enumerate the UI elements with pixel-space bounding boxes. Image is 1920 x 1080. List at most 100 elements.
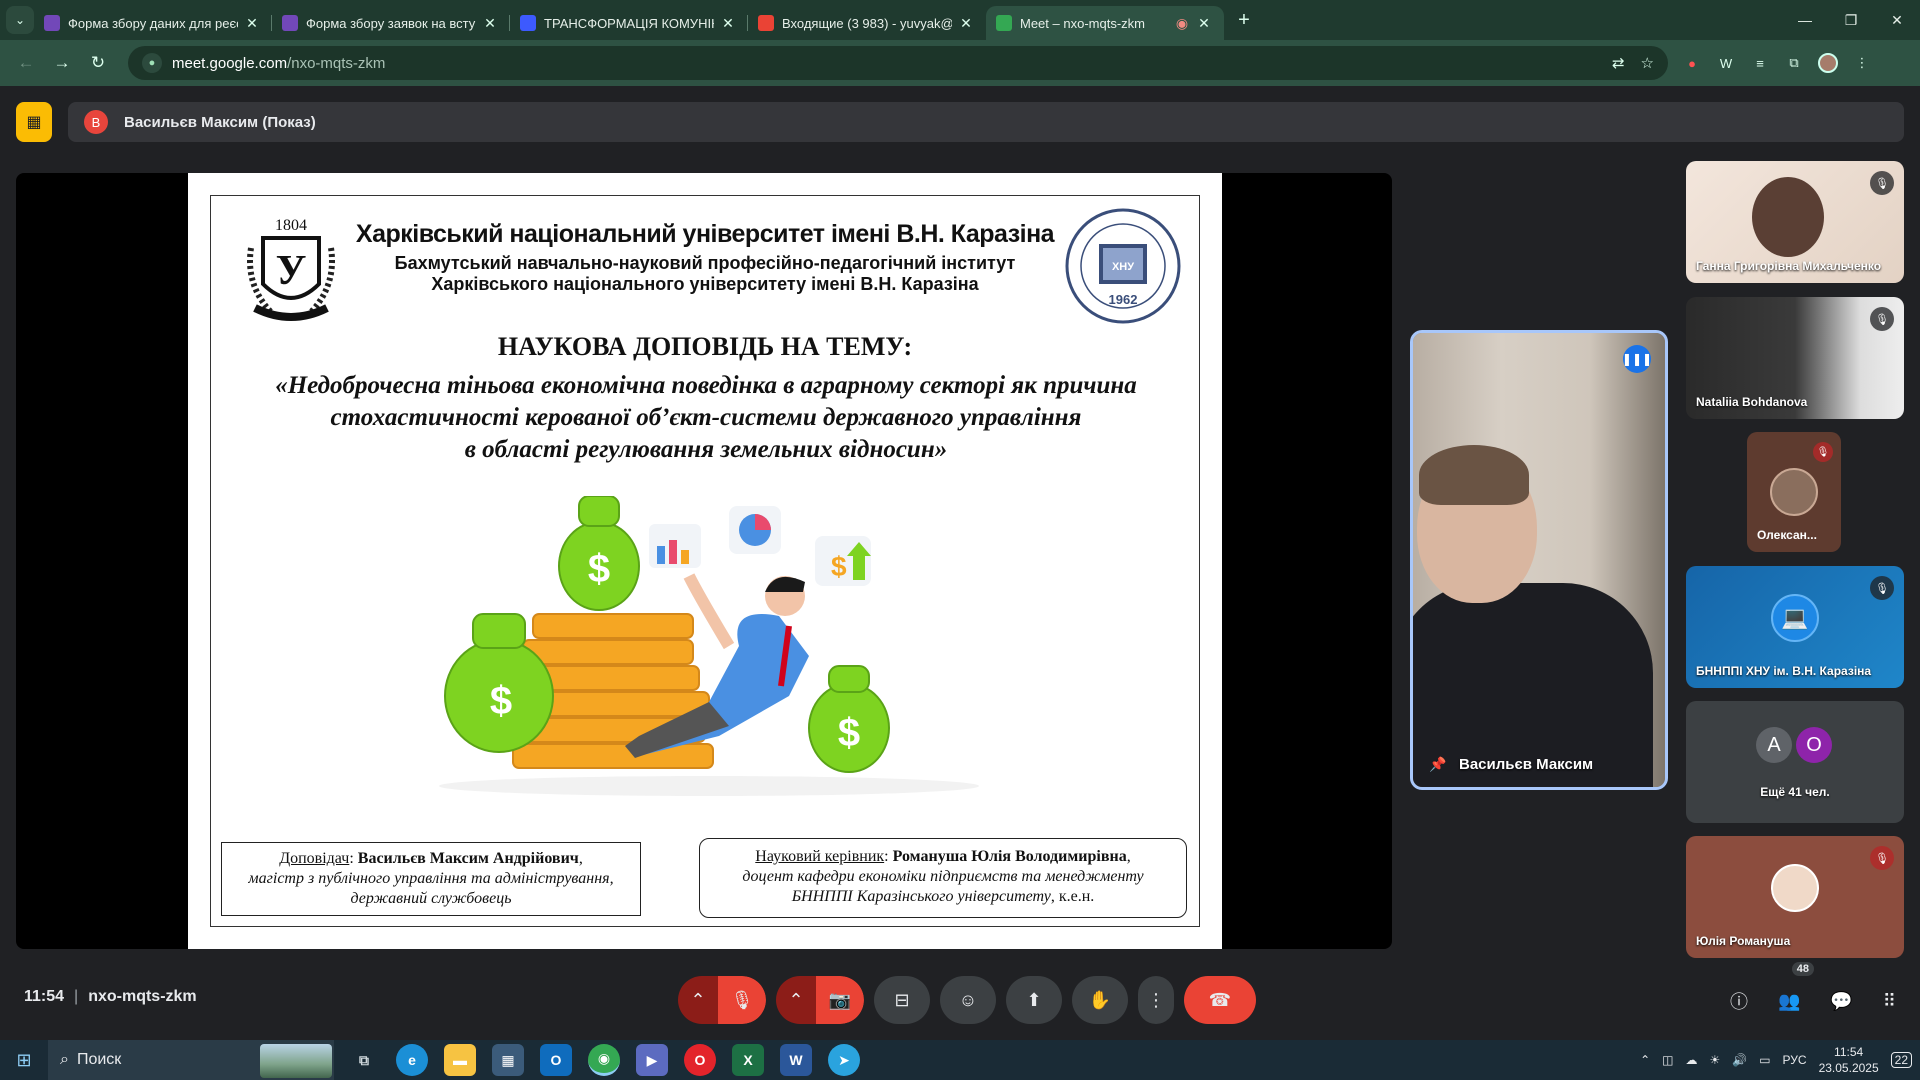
- taskbar-search[interactable]: ⌕ Поиск: [48, 1040, 334, 1080]
- file-explorer-icon[interactable]: ▬: [444, 1044, 476, 1076]
- close-icon[interactable]: ✕: [244, 15, 260, 32]
- arrow-right-icon: →: [53, 53, 71, 72]
- presenter-avatar: В: [84, 110, 108, 134]
- notification-badge[interactable]: 22: [1890, 1052, 1912, 1068]
- institute-round-logo: ХНУ 1962: [1065, 208, 1181, 324]
- extension-w-icon[interactable]: W: [1716, 53, 1736, 73]
- taskbar-date: 23.05.2025: [1818, 1061, 1879, 1075]
- participant-name: Ганна Григорівна Михальченко: [1696, 259, 1882, 273]
- forms-icon: [282, 15, 298, 31]
- minimize-icon[interactable]: —: [1782, 12, 1828, 29]
- close-icon[interactable]: ✕: [1196, 15, 1212, 32]
- windows-start-icon[interactable]: ⊞: [0, 1050, 48, 1071]
- slide-frame: У 1804 Харківський національний універси…: [210, 195, 1200, 927]
- pin-icon[interactable]: 📌: [1429, 756, 1446, 773]
- reload-button[interactable]: ↻: [82, 47, 114, 79]
- camera-toggle-button[interactable]: 📷: [816, 976, 864, 1024]
- speaker-desc-1: магістр з публічного управління та адмін…: [248, 870, 614, 887]
- tray-app-icon[interactable]: ◫: [1662, 1053, 1673, 1067]
- shield-icon: [520, 15, 536, 31]
- more-options-button[interactable]: ⋮: [1138, 976, 1174, 1024]
- tab-search-button[interactable]: ⌄: [6, 6, 34, 34]
- gmail-icon: [758, 15, 774, 31]
- taskbar-time: 11:54: [1834, 1045, 1864, 1059]
- mic-toggle-button[interactable]: 🎙: [718, 976, 766, 1024]
- task-view-icon[interactable]: ⧉: [348, 1044, 380, 1076]
- browser-tab[interactable]: Форма збору заявок на вступ ✕: [272, 6, 510, 40]
- browser-tab[interactable]: ТРАНСФОРМАЦІЯ КОМУНІКАЦ ✕: [510, 6, 748, 40]
- camera-control-group: ⌃ 📷: [776, 976, 864, 1024]
- activities-icon[interactable]: ⠿: [1883, 991, 1896, 1012]
- browser-tab[interactable]: Входящие (3 983) - yuvyak@gm ✕: [748, 6, 986, 40]
- more-participants-tile[interactable]: А О Ещё 41 чел.: [1686, 701, 1904, 823]
- forward-button[interactable]: →: [46, 47, 78, 79]
- participant-tile[interactable]: 🎙 Олексан...: [1747, 432, 1841, 552]
- store-icon[interactable]: ▦: [492, 1044, 524, 1076]
- mic-off-icon: 🎙: [1870, 171, 1894, 195]
- camera-options-button[interactable]: ⌃: [776, 976, 816, 1024]
- university-name: Харківський національний університет іме…: [355, 220, 1055, 248]
- address-bar[interactable]: ● meet.google.com/nxo-mqts-zkm ⇄ ☆: [128, 46, 1668, 80]
- video-app-icon[interactable]: ▶: [636, 1044, 668, 1076]
- browser-tab-active[interactable]: Meet – nxo-mqts-zkm ◉ ✕: [986, 6, 1224, 40]
- menu-dots-icon[interactable]: ⋮: [1852, 53, 1872, 73]
- presentation-icon[interactable]: ▦: [16, 102, 52, 142]
- restore-icon[interactable]: ❐: [1828, 12, 1874, 29]
- outlook-icon[interactable]: O: [540, 1044, 572, 1076]
- active-speaker-tile[interactable]: ❚❚❚ 📌 Васильєв Максим: [1410, 330, 1668, 790]
- mic-options-button[interactable]: ⌃: [678, 976, 718, 1024]
- telegram-icon[interactable]: ➤: [828, 1044, 860, 1076]
- extension-red-icon[interactable]: ●: [1682, 53, 1702, 73]
- weather-icon[interactable]: ☀: [1709, 1053, 1720, 1067]
- recording-icon: ◉: [1175, 14, 1189, 31]
- edge-icon[interactable]: e: [396, 1044, 428, 1076]
- participant-tile[interactable]: 🎙 Ганна Григорівна Михальченко: [1686, 161, 1904, 283]
- svg-text:$: $: [838, 711, 860, 755]
- taskbar-clock[interactable]: 11:54 23.05.2025: [1819, 1044, 1879, 1076]
- extension-stack-icon[interactable]: ≡: [1750, 53, 1770, 73]
- participant-tile[interactable]: 🎙 Nataliia Bohdanova: [1686, 297, 1904, 419]
- excel-icon[interactable]: X: [732, 1044, 764, 1076]
- profile-avatar[interactable]: [1818, 53, 1838, 73]
- close-icon[interactable]: ✕: [958, 15, 974, 32]
- speaker-icon[interactable]: 🔊: [1732, 1053, 1747, 1067]
- taskbar-search-label: Поиск: [76, 1051, 122, 1068]
- speaker-name: Васильєв Максим Андрійович: [357, 850, 579, 867]
- close-window-icon[interactable]: ✕: [1874, 12, 1920, 29]
- meeting-time: 11:54: [24, 988, 65, 1005]
- info-icon[interactable]: ⓘ: [1730, 988, 1748, 1014]
- participant-tile[interactable]: 🎙 Юлія Романуша: [1686, 836, 1904, 958]
- network-icon[interactable]: ▭: [1759, 1053, 1770, 1067]
- svg-text:$: $: [490, 679, 512, 723]
- opera-icon[interactable]: O: [684, 1044, 716, 1076]
- emoji-button[interactable]: ☺: [940, 976, 996, 1024]
- present-button[interactable]: ⬆: [1006, 976, 1062, 1024]
- word-icon[interactable]: W: [780, 1044, 812, 1076]
- browser-tab[interactable]: Форма збору даних для реєстр ✕: [34, 6, 272, 40]
- participant-tile[interactable]: 🎙 💻 БННППІ ХНУ ім. В.Н. Каразіна: [1686, 566, 1904, 688]
- raise-hand-button[interactable]: ✋: [1072, 976, 1128, 1024]
- star-icon[interactable]: ☆: [1641, 54, 1654, 72]
- arrow-left-icon: ←: [17, 53, 35, 72]
- menu-dots-icon: ⋮: [1147, 989, 1165, 1010]
- back-button[interactable]: ←: [10, 47, 42, 79]
- translate-icon[interactable]: ⇄: [1612, 54, 1625, 72]
- logo-text-right: ХНУ: [1112, 261, 1134, 273]
- language-indicator[interactable]: РУС: [1783, 1053, 1807, 1067]
- chat-icon[interactable]: 💬: [1830, 991, 1852, 1012]
- site-info-icon[interactable]: ●: [142, 53, 162, 73]
- captions-button[interactable]: ⊟: [874, 976, 930, 1024]
- close-icon[interactable]: ✕: [720, 15, 736, 32]
- chrome-icon[interactable]: ◉: [588, 1044, 620, 1076]
- advisor-label: Науковий керівник: [755, 848, 885, 865]
- leave-call-button[interactable]: ☎: [1184, 976, 1256, 1024]
- people-icon[interactable]: 👥: [1778, 991, 1800, 1012]
- onedrive-icon[interactable]: ☁: [1685, 1053, 1697, 1067]
- puzzle-icon[interactable]: ⧉: [1784, 53, 1804, 73]
- side-panel-controls: ⓘ 👥 💬 ⠿: [1730, 988, 1896, 1014]
- chevron-up-icon[interactable]: ⌃: [1640, 1053, 1650, 1067]
- speaking-indicator-icon: ❚❚❚: [1622, 345, 1652, 373]
- new-tab-button[interactable]: +: [1230, 6, 1258, 34]
- close-icon[interactable]: ✕: [482, 15, 498, 32]
- more-participants-label: Ещё 41 чел.: [1760, 785, 1830, 799]
